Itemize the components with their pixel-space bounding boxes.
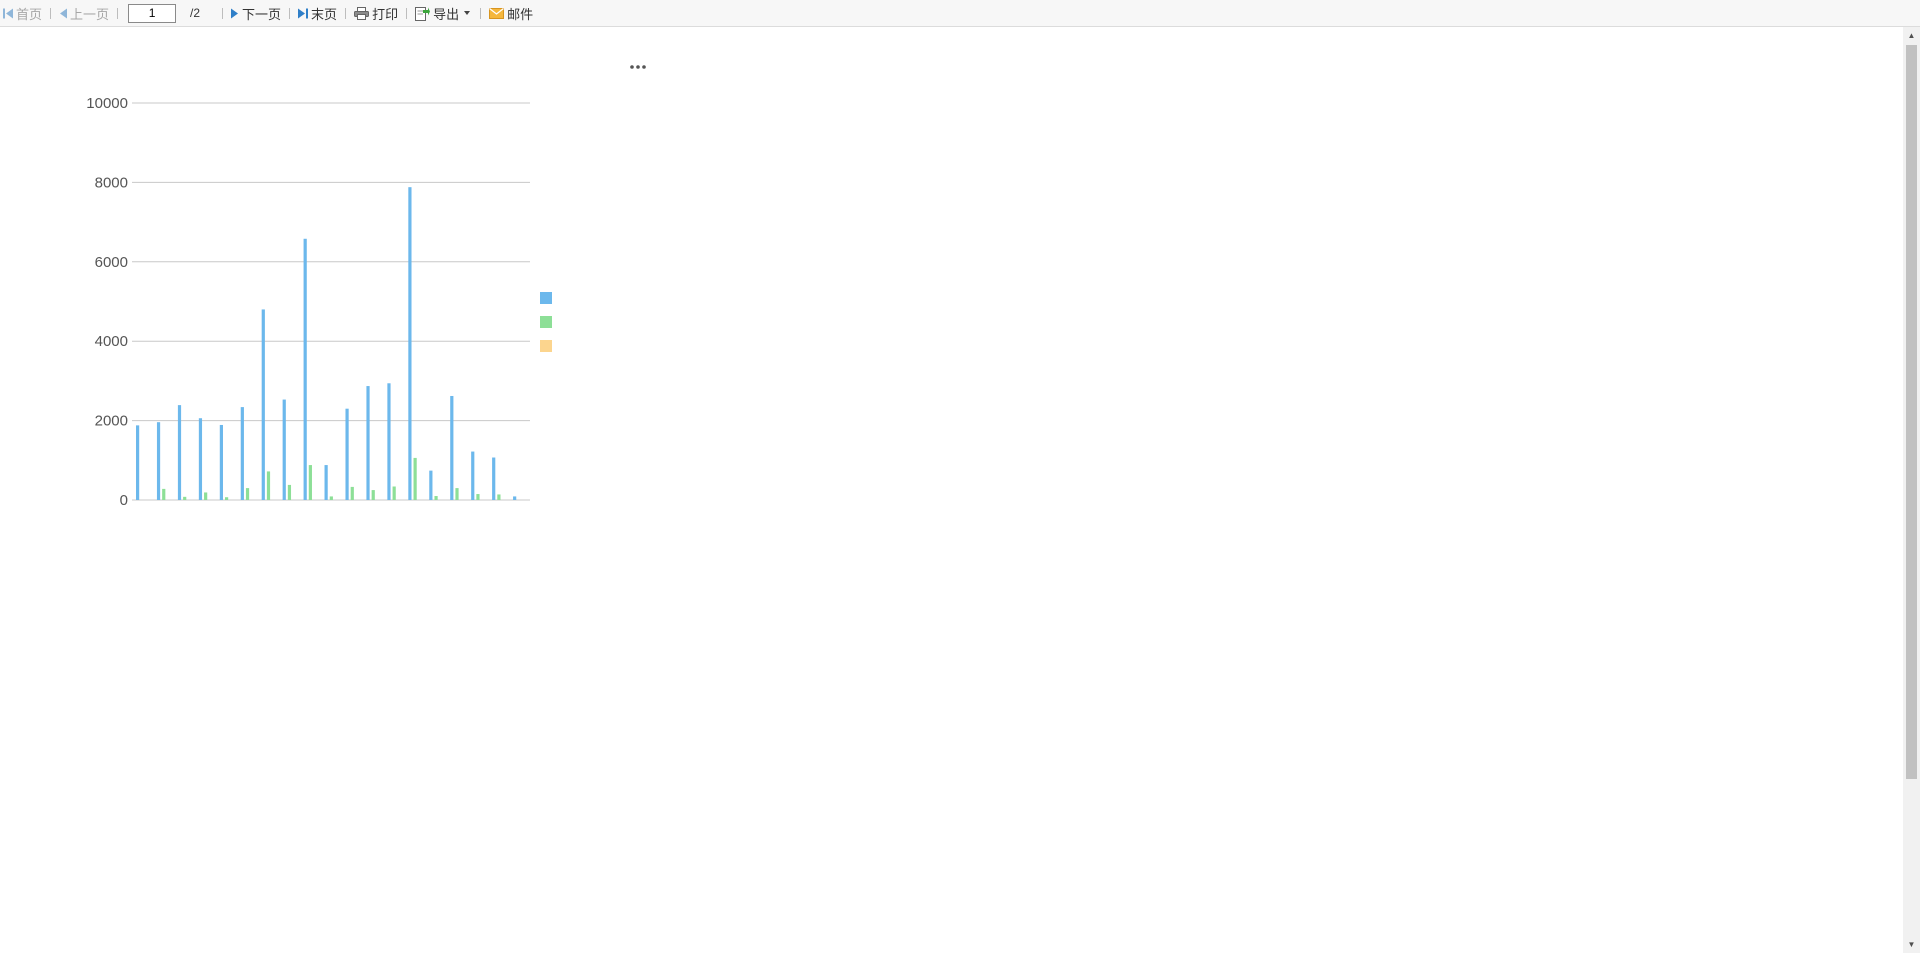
printer-icon	[354, 6, 370, 20]
legend-label	[556, 292, 652, 304]
prev-page-icon	[60, 8, 68, 18]
toolbar-divider	[406, 7, 408, 19]
bar[interactable]	[308, 465, 312, 500]
y-tick-label: 4000	[95, 333, 128, 350]
x-tick-label	[205, 508, 285, 528]
bar[interactable]	[513, 496, 517, 500]
y-tick-label: 10000	[86, 95, 128, 112]
legend-label	[556, 316, 652, 328]
toolbar-divider	[50, 7, 52, 19]
prev-page-label: 上一页	[70, 6, 110, 22]
legend-item[interactable]	[540, 310, 652, 334]
page-number-input[interactable]	[128, 3, 177, 23]
next-page-button[interactable]: 下一页	[231, 0, 281, 27]
bar[interactable]	[471, 451, 475, 500]
bar[interactable]	[240, 407, 244, 500]
toolbar-divider	[289, 7, 291, 19]
y-tick-label: 0	[120, 492, 128, 509]
legend-item[interactable]	[540, 286, 652, 310]
bar[interactable]	[434, 496, 438, 500]
next-page-label: 下一页	[242, 6, 282, 22]
bar[interactable]	[183, 496, 187, 500]
bar[interactable]	[450, 395, 454, 500]
bar[interactable]	[455, 488, 459, 500]
scroll-down-arrow-icon[interactable]: ▼	[1903, 936, 1920, 953]
bar[interactable]	[245, 488, 250, 500]
bar[interactable]	[287, 484, 292, 500]
x-tick-label	[432, 508, 470, 528]
print-label: 打印	[372, 6, 399, 22]
next-page-icon	[231, 8, 239, 18]
bar[interactable]	[387, 383, 391, 500]
caret-down-icon	[464, 11, 471, 15]
bar[interactable]	[329, 496, 333, 500]
legend-swatch	[540, 292, 552, 304]
last-page-label: 末页	[311, 6, 338, 22]
legend-label	[556, 340, 652, 352]
mail-button[interactable]: 邮件	[489, 0, 533, 27]
bar[interactable]	[324, 465, 328, 500]
bar[interactable]	[156, 422, 161, 500]
x-tick-label	[323, 508, 385, 528]
chart-legend	[540, 286, 652, 358]
report-toolbar: 首页 上一页 /2 下一页 末页 打印	[0, 0, 1920, 27]
bar[interactable]	[261, 309, 265, 500]
first-page-label: 首页	[16, 6, 43, 22]
first-page-icon	[3, 8, 13, 18]
mail-icon	[489, 7, 505, 19]
bar[interactable]	[219, 424, 223, 500]
legend-item[interactable]	[540, 334, 652, 358]
legend-swatch	[540, 340, 552, 352]
prev-page-button[interactable]: 上一页	[59, 0, 109, 27]
bar[interactable]	[408, 187, 412, 500]
bar[interactable]	[303, 238, 307, 501]
export-dropdown-button[interactable]: 导出	[415, 0, 472, 27]
bar[interactable]	[429, 470, 433, 500]
page-total-label: /2	[190, 6, 201, 20]
legend-swatch	[540, 316, 552, 328]
bar[interactable]	[266, 471, 271, 500]
bar[interactable]	[345, 408, 349, 500]
bar[interactable]	[476, 494, 480, 500]
last-page-icon	[298, 8, 309, 18]
toolbar-divider	[117, 7, 119, 19]
last-page-button[interactable]: 末页	[298, 0, 337, 27]
toolbar-divider	[480, 7, 482, 19]
first-page-button[interactable]: 首页	[3, 0, 42, 27]
scroll-up-arrow-icon[interactable]: ▲	[1903, 27, 1920, 44]
bar[interactable]	[204, 492, 208, 500]
print-button[interactable]: 打印	[354, 0, 398, 27]
y-tick-label: 2000	[95, 413, 128, 430]
bar[interactable]	[224, 497, 229, 500]
bar[interactable]	[162, 488, 166, 500]
bar[interactable]	[177, 405, 182, 500]
bar[interactable]	[350, 486, 354, 500]
scroll-thumb[interactable]	[1906, 45, 1917, 779]
chart-more-button[interactable]	[627, 60, 649, 74]
export-icon	[415, 6, 431, 21]
bar[interactable]	[392, 486, 396, 500]
y-tick-label: 6000	[95, 254, 128, 271]
bar[interactable]	[198, 418, 203, 500]
export-label: 导出	[433, 6, 460, 22]
bar[interactable]	[282, 399, 286, 500]
y-tick-label: 8000	[95, 174, 128, 191]
bar[interactable]	[366, 386, 370, 500]
bar[interactable]	[413, 457, 417, 500]
vertical-scrollbar[interactable]: ▲ ▼	[1903, 27, 1920, 953]
bar[interactable]	[136, 425, 140, 500]
bar[interactable]	[497, 494, 501, 500]
more-dots-icon	[630, 65, 646, 69]
toolbar-divider	[222, 7, 224, 19]
mail-label: 邮件	[507, 6, 534, 22]
bar[interactable]	[371, 490, 375, 500]
toolbar-divider	[345, 7, 347, 19]
x-tick-label	[95, 508, 193, 528]
bar[interactable]	[492, 457, 496, 500]
